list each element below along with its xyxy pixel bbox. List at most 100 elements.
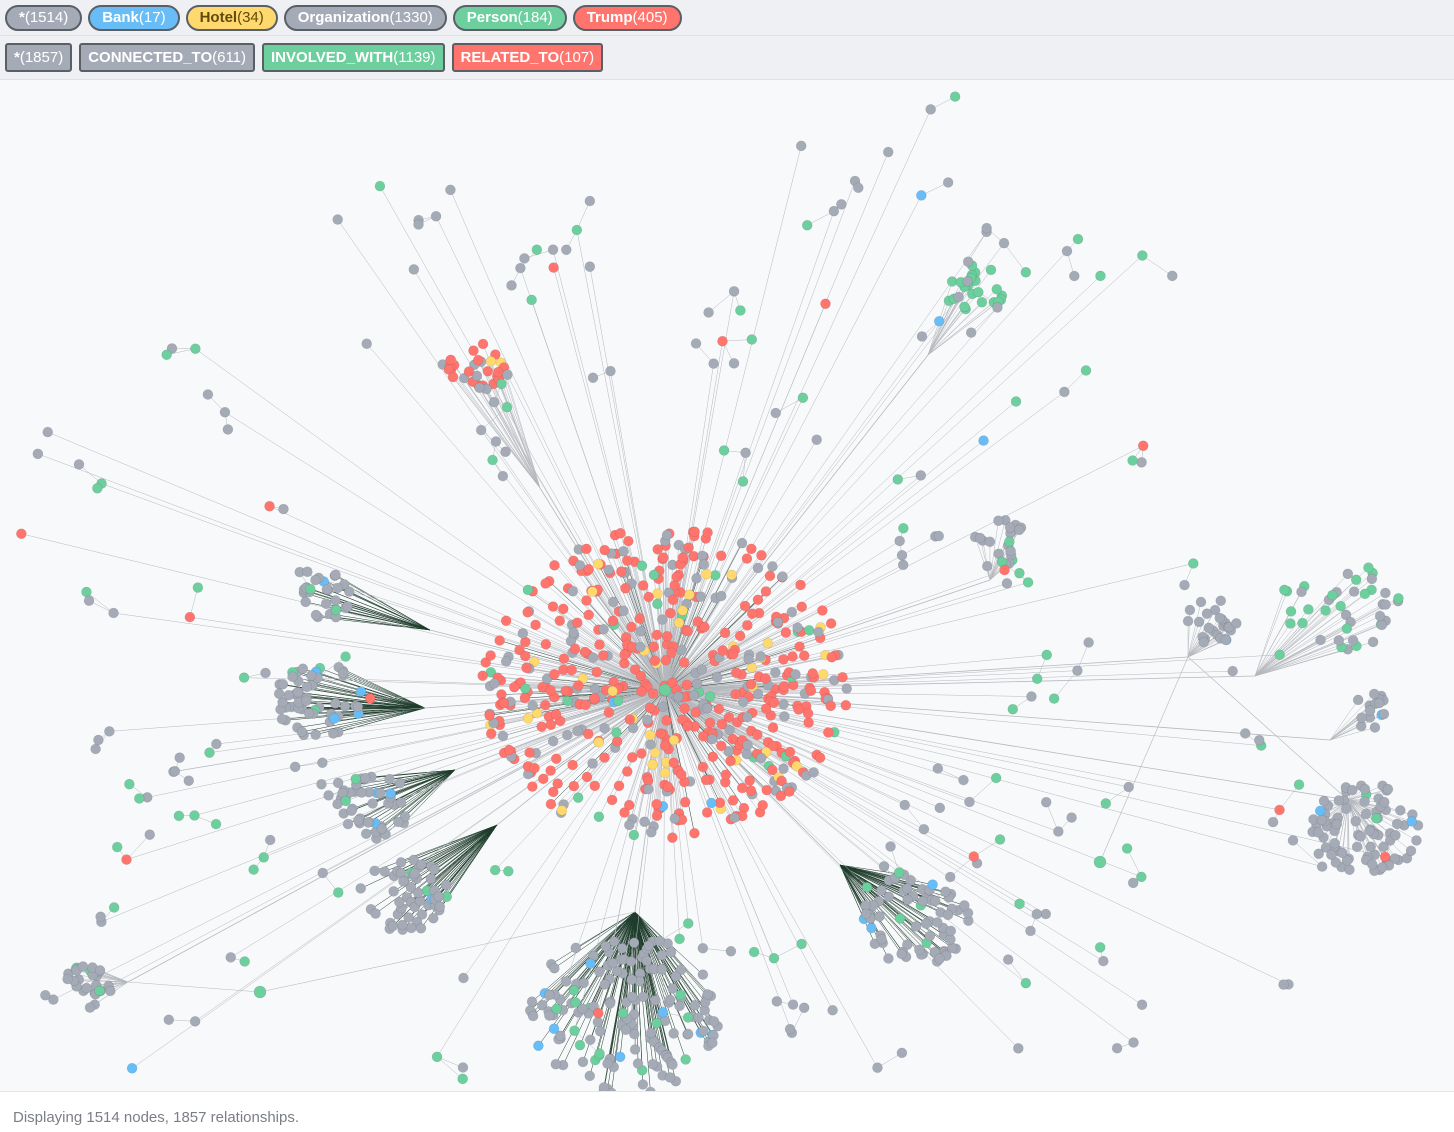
graph-node[interactable] — [594, 1048, 605, 1059]
graph-node[interactable] — [607, 685, 618, 697]
graph-node[interactable] — [556, 805, 568, 816]
graph-node[interactable] — [827, 1004, 838, 1016]
graph-node[interactable] — [488, 396, 500, 408]
graph-node[interactable] — [629, 1044, 641, 1055]
graph-node[interactable] — [757, 799, 769, 811]
graph-node[interactable] — [837, 671, 848, 683]
graph-node[interactable] — [329, 713, 340, 724]
graph-node[interactable] — [674, 1000, 685, 1012]
graph-node[interactable] — [715, 550, 727, 561]
graph-node[interactable] — [643, 591, 654, 603]
graph-node[interactable] — [550, 1058, 562, 1070]
graph-node[interactable] — [569, 643, 581, 655]
graph-node[interactable] — [1370, 812, 1382, 824]
graph-node[interactable] — [482, 365, 494, 377]
graph-node[interactable] — [547, 601, 559, 612]
graph-node[interactable] — [1313, 827, 1324, 838]
graph-node[interactable] — [727, 795, 739, 806]
graph-node[interactable] — [1393, 593, 1404, 604]
graph-node[interactable] — [934, 802, 946, 814]
graph-node[interactable] — [1066, 812, 1077, 823]
graph-node[interactable] — [522, 584, 534, 596]
graph-canvas[interactable] — [0, 80, 1454, 1091]
graph-node[interactable] — [497, 730, 509, 742]
graph-node[interactable] — [599, 723, 610, 734]
graph-node[interactable] — [962, 256, 974, 268]
graph-node[interactable] — [301, 681, 313, 693]
graph-node[interactable] — [490, 436, 502, 447]
graph-node[interactable] — [571, 224, 583, 236]
graph-node[interactable] — [634, 613, 646, 624]
graph-node[interactable] — [661, 529, 673, 541]
rel-type-connected-to-tag[interactable]: CONNECTED_TO (611) — [79, 43, 256, 72]
graph-node[interactable] — [1329, 837, 1340, 849]
graph-node[interactable] — [794, 641, 805, 652]
graph-node[interactable] — [793, 704, 805, 715]
graph-node[interactable] — [662, 781, 674, 793]
graph-node[interactable] — [1198, 636, 1210, 648]
graph-node[interactable] — [991, 283, 1003, 295]
graph-node[interactable] — [613, 780, 625, 792]
graph-node[interactable] — [933, 315, 945, 327]
graph-node[interactable] — [1267, 816, 1279, 828]
graph-node[interactable] — [1182, 615, 1194, 627]
graph-node[interactable] — [545, 685, 556, 696]
graph-node[interactable] — [755, 752, 767, 764]
graph-node[interactable] — [593, 811, 605, 823]
graph-node[interactable] — [644, 702, 656, 714]
graph-node[interactable] — [893, 867, 905, 878]
graph-node[interactable] — [603, 564, 615, 576]
graph-node[interactable] — [958, 774, 969, 786]
graph-node[interactable] — [289, 761, 301, 773]
graph-node[interactable] — [726, 569, 737, 581]
graph-node[interactable] — [144, 829, 156, 840]
graph-node[interactable] — [604, 997, 616, 1009]
graph-node[interactable] — [581, 543, 592, 555]
graph-node[interactable] — [667, 1059, 678, 1070]
rel-type-all-tag[interactable]: * (1857) — [5, 43, 73, 72]
graph-node[interactable] — [1002, 954, 1014, 965]
graph-node[interactable] — [1340, 803, 1352, 814]
graph-node[interactable] — [916, 331, 928, 342]
graph-node[interactable] — [614, 1051, 626, 1063]
graph-node[interactable] — [651, 798, 663, 810]
graph-node[interactable] — [1333, 635, 1345, 646]
graph-node[interactable] — [40, 989, 51, 1001]
graph-node[interactable] — [664, 1072, 676, 1083]
graph-node[interactable] — [1274, 804, 1285, 816]
graph-node[interactable] — [1350, 815, 1361, 827]
graph-node[interactable] — [673, 617, 685, 629]
graph-node[interactable] — [1025, 925, 1036, 937]
graph-node[interactable] — [342, 601, 353, 612]
graph-node[interactable] — [929, 895, 941, 907]
graph-node[interactable] — [914, 944, 925, 956]
graph-node[interactable] — [737, 696, 749, 708]
graph-node[interactable] — [1026, 691, 1037, 702]
graph-node[interactable] — [964, 796, 975, 808]
graph-node[interactable] — [568, 627, 579, 638]
graph-node[interactable] — [700, 774, 712, 786]
graph-node[interactable] — [807, 668, 818, 679]
graph-node[interactable] — [1059, 386, 1070, 398]
graph-node[interactable] — [1004, 536, 1015, 548]
graph-node[interactable] — [990, 772, 1002, 784]
graph-node[interactable] — [599, 544, 610, 556]
graph-node[interactable] — [1279, 584, 1290, 596]
graph-node[interactable] — [927, 879, 938, 890]
graph-node[interactable] — [795, 140, 807, 152]
graph-node[interactable] — [813, 626, 824, 638]
graph-node[interactable] — [882, 146, 894, 158]
graph-node[interactable] — [623, 535, 634, 547]
graph-node[interactable] — [615, 566, 627, 577]
graph-node[interactable] — [527, 700, 538, 711]
graph-node[interactable] — [962, 276, 973, 287]
graph-node[interactable] — [108, 902, 120, 913]
graph-node[interactable] — [698, 559, 710, 570]
graph-node[interactable] — [730, 689, 741, 700]
graph-node[interactable] — [718, 445, 730, 456]
graph-node[interactable] — [628, 937, 640, 949]
graph-node[interactable] — [636, 686, 647, 697]
graph-node[interactable] — [584, 1070, 596, 1082]
graph-node[interactable] — [787, 999, 799, 1010]
graph-node[interactable] — [587, 372, 599, 384]
